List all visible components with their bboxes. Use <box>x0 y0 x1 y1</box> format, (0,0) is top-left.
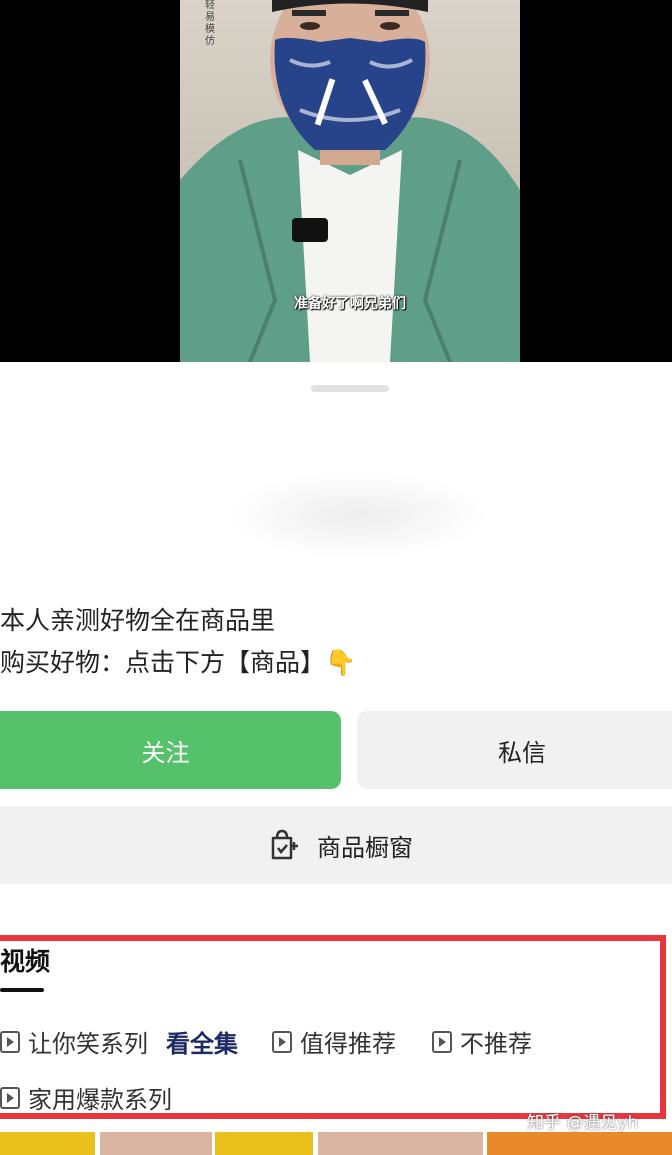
follow-label: 关注 <box>141 738 190 767</box>
video-thumbnail[interactable] <box>100 1132 212 1155</box>
video-watermark: 轻易模仿 <box>205 0 215 47</box>
video-frame: 准备好了啊兄弟们 <box>180 0 520 362</box>
video-thumbnails <box>0 1132 672 1155</box>
zhihu-watermark: 知乎 @遇见yh <box>527 1113 639 1133</box>
follow-button[interactable]: 关注 <box>0 711 341 789</box>
video-thumbnail[interactable] <box>0 1132 95 1155</box>
highlight-box <box>0 935 666 1119</box>
profile-bio: 本人亲测好物全在商品里 购买好物：点击下方【商品】👇 <box>0 600 356 684</box>
video-subtitle: 准备好了啊兄弟们 <box>294 296 406 312</box>
video-thumbnail[interactable] <box>318 1132 483 1155</box>
message-button[interactable]: 私信 <box>357 711 672 789</box>
video-player[interactable]: 准备好了啊兄弟们 轻易模仿 <box>0 0 672 362</box>
sheet-drag-handle[interactable] <box>311 385 389 392</box>
video-thumbnail[interactable] <box>215 1132 313 1155</box>
shopping-bag-icon <box>271 829 298 860</box>
bio-line-2: 购买好物：点击下方【商品】👇 <box>0 648 357 677</box>
message-label: 私信 <box>498 738 546 767</box>
blurred-region <box>225 470 490 560</box>
shop-label: 商品橱窗 <box>317 833 413 862</box>
video-thumbnail[interactable] <box>487 1132 672 1155</box>
shop-window-button[interactable]: 商品橱窗 <box>0 806 672 884</box>
bio-line-1: 本人亲测好物全在商品里 <box>0 606 276 635</box>
